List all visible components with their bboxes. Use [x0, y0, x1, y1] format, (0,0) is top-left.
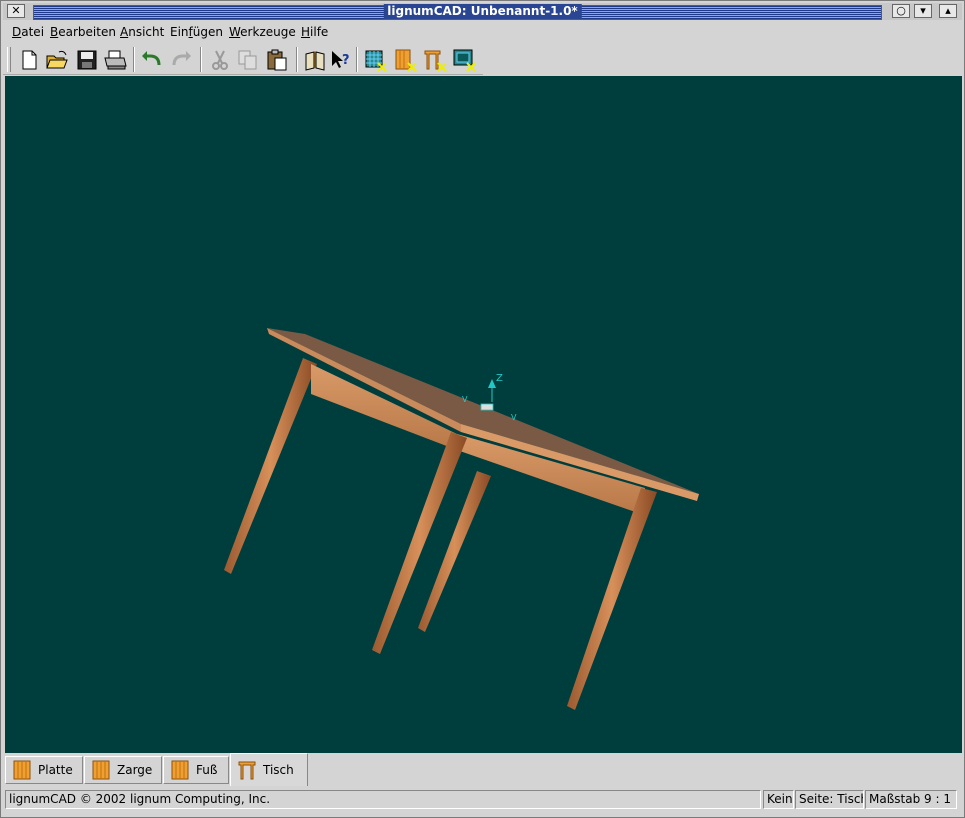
tab-tisch[interactable]: Tisch [230, 753, 308, 786]
redo-icon[interactable] [169, 48, 193, 72]
whats-this-icon[interactable]: ? [329, 48, 353, 72]
toolbar-separator [200, 47, 202, 72]
copy-icon[interactable] [236, 48, 260, 72]
menu-bar: Datei Bearbeiten Ansicht Einfügen Werkze… [3, 21, 962, 43]
title-bar[interactable]: ✕ lignumCAD: Unbenannt-1.0* ○ ▾ ▴ [3, 3, 962, 20]
save-icon[interactable] [75, 48, 99, 72]
tab-zarge[interactable]: Zarge [84, 756, 162, 784]
menu-bearbeiten[interactable]: Bearbeiten [50, 25, 116, 39]
status-scale: Maßstab 9 : 1 [865, 790, 957, 809]
minimize-window-button[interactable]: ▾ [914, 4, 932, 18]
menu-werkzeuge[interactable]: Werkzeuge [229, 25, 296, 39]
board-icon [13, 760, 31, 780]
tab-label: Zarge [117, 763, 153, 777]
new-part-icon[interactable] [393, 48, 417, 72]
tab-label: Tisch [263, 763, 294, 777]
table-leg-front-right[interactable] [567, 488, 657, 710]
table-icon [238, 761, 256, 780]
axis-label-x: V [462, 395, 468, 404]
status-page: Seite: Tisch [795, 790, 864, 809]
table-3d-model[interactable]: Z V V [5, 76, 962, 753]
page-tab-bar: Platte Zarge Fuß Tisch [5, 753, 962, 787]
toolbar-grip[interactable] [7, 47, 11, 72]
undo-icon[interactable] [140, 48, 164, 72]
paste-icon[interactable] [265, 48, 289, 72]
manual-book-icon[interactable] [303, 48, 327, 72]
open-folder-icon[interactable] [45, 48, 69, 72]
menu-ansicht[interactable]: Ansicht [120, 25, 164, 39]
status-selection: Kein [763, 790, 794, 809]
axis-label-y: V [511, 413, 517, 422]
board-icon [171, 760, 189, 780]
svg-text:?: ? [342, 53, 350, 68]
cut-icon[interactable] [208, 48, 232, 72]
new-page-icon[interactable] [452, 48, 476, 72]
toolbar-separator [133, 47, 135, 72]
application-window: ✕ lignumCAD: Unbenannt-1.0* ○ ▾ ▴ Datei … [0, 0, 965, 818]
menu-einfuegen[interactable]: Einfügen [170, 25, 223, 39]
tab-label: Platte [38, 763, 73, 777]
new-document-icon[interactable] [17, 48, 41, 72]
status-bar: lignumCAD © 2002 lignum Computing, Inc. … [5, 790, 962, 810]
status-message: lignumCAD © 2002 lignum Computing, Inc. [5, 790, 761, 809]
print-icon[interactable] [103, 48, 127, 72]
shade-window-button[interactable]: ○ [892, 4, 910, 18]
new-assembly-icon[interactable] [423, 48, 447, 72]
table-leg-back-left[interactable] [224, 358, 317, 574]
board-icon [92, 760, 110, 780]
axis-label-z: Z [496, 373, 503, 384]
tab-fuss[interactable]: Fuß [163, 756, 229, 784]
maximize-window-button[interactable]: ▴ [939, 4, 957, 18]
tab-label: Fuß [196, 763, 218, 777]
toolbar-separator [356, 47, 358, 72]
menu-datei[interactable]: Datei [12, 25, 44, 39]
tab-platte[interactable]: Platte [5, 756, 83, 784]
toolbar-separator [296, 47, 298, 72]
close-window-button[interactable]: ✕ [7, 4, 25, 18]
main-toolbar: ? [3, 44, 483, 75]
window-title: lignumCAD: Unbenannt-1.0* [383, 4, 582, 19]
new-sketch-icon[interactable] [363, 48, 387, 72]
model-3d-viewport[interactable]: Z V V [5, 76, 962, 753]
menu-hilfe[interactable]: Hilfe [301, 25, 328, 39]
table-top-surface[interactable] [267, 328, 699, 494]
